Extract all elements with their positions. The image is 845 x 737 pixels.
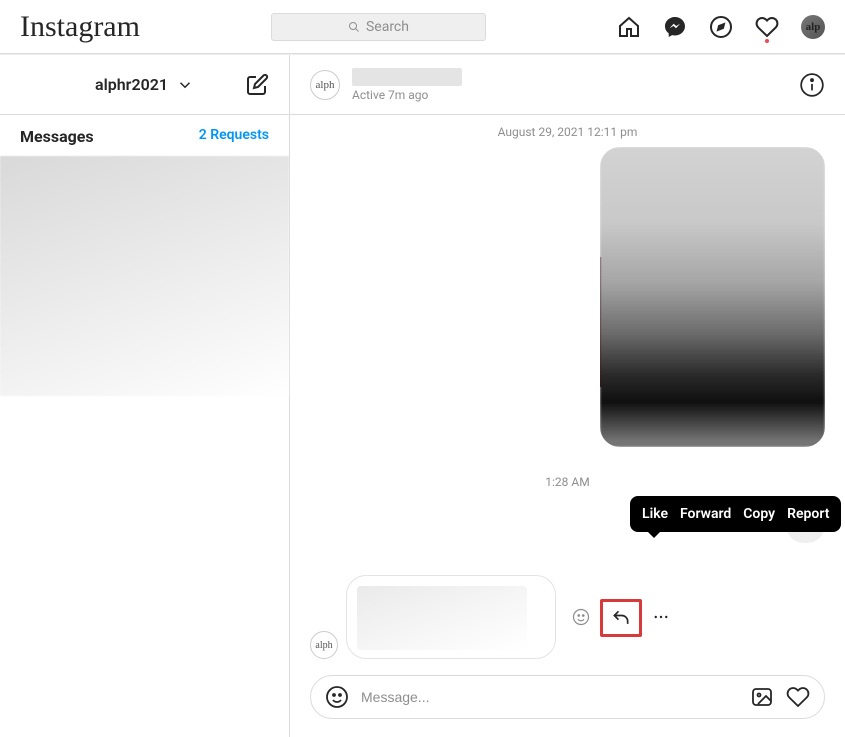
shared-post[interactable] <box>600 147 825 447</box>
chat-avatar[interactable]: alph <box>310 70 340 100</box>
new-message-icon[interactable] <box>245 73 269 97</box>
conversation-item[interactable] <box>0 156 289 396</box>
search-icon <box>348 21 360 33</box>
menu-like[interactable]: Like <box>642 506 668 522</box>
more-options-icon[interactable] <box>652 608 670 626</box>
top-nav: Instagram Search alp <box>0 0 845 54</box>
messages-heading: Messages <box>20 127 94 146</box>
account-switcher[interactable]: alphr2021 <box>95 75 194 94</box>
emoji-icon[interactable] <box>325 685 349 709</box>
notification-dot <box>765 39 769 43</box>
search-placeholder: Search <box>366 19 409 35</box>
search-input[interactable]: Search <box>271 13 486 41</box>
incoming-message[interactable] <box>346 575 556 659</box>
sender-avatar[interactable]: alph <box>310 631 338 659</box>
active-status: Active 7m ago <box>352 88 462 102</box>
activity-heart-icon[interactable] <box>755 15 779 39</box>
photo-icon[interactable] <box>750 685 774 709</box>
chat-contact-name[interactable] <box>352 68 462 86</box>
inbox-sidebar: alphr2021 Messages 2 Requests <box>0 55 290 737</box>
instagram-logo[interactable]: Instagram <box>20 10 140 44</box>
reply-icon[interactable] <box>600 599 642 637</box>
message-composer[interactable] <box>310 675 825 719</box>
time-separator: 1:28 AM <box>310 475 825 489</box>
message-input[interactable] <box>361 689 738 705</box>
menu-report[interactable]: Report <box>787 506 829 522</box>
chat-panel: alph Active 7m ago August 29, 2021 12:11… <box>290 55 845 737</box>
current-username: alphr2021 <box>95 75 168 94</box>
menu-forward[interactable]: Forward <box>680 506 731 522</box>
conversation-info-icon[interactable] <box>799 72 825 98</box>
menu-copy[interactable]: Copy <box>743 506 775 522</box>
requests-link[interactable]: 2 Requests <box>199 127 269 146</box>
chevron-down-icon <box>176 76 194 94</box>
explore-icon[interactable] <box>709 15 733 39</box>
profile-avatar[interactable]: alp <box>801 15 825 39</box>
message-context-menu: Like Forward Copy Report <box>630 496 841 532</box>
react-emoji-icon[interactable] <box>572 608 590 626</box>
home-icon[interactable] <box>617 15 641 39</box>
date-separator: August 29, 2021 12:11 pm <box>310 125 825 139</box>
messenger-icon[interactable] <box>663 15 687 39</box>
like-heart-icon[interactable] <box>786 685 810 709</box>
